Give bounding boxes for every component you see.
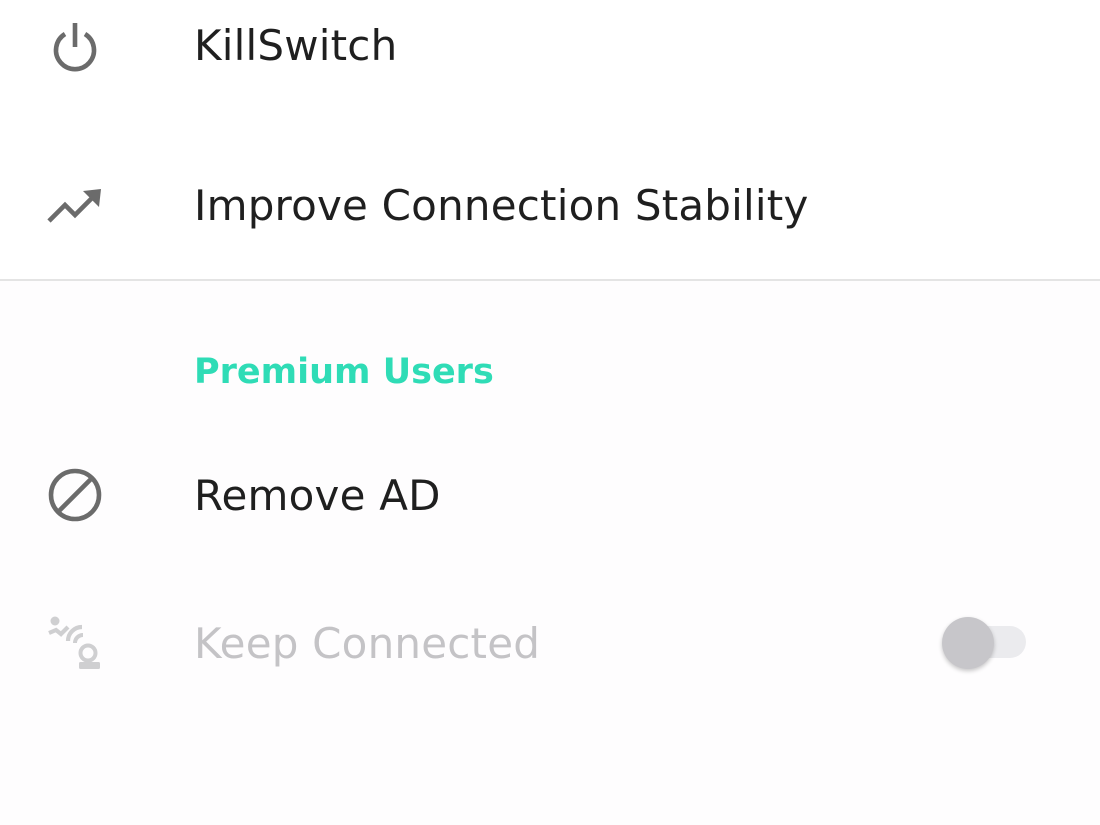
block-icon	[46, 466, 104, 524]
remove-ad-menu-item[interactable]: Remove AD	[0, 425, 1100, 565]
toggle-thumb	[942, 617, 994, 669]
keep-connected-label: Keep Connected	[194, 619, 541, 668]
killswitch-label: KillSwitch	[194, 21, 398, 70]
remove-ad-label: Remove AD	[194, 471, 441, 520]
keep-connected-toggle[interactable]	[942, 617, 1030, 673]
keep-connected-menu-item[interactable]: Keep Connected	[0, 573, 1100, 713]
improve-stability-label: Improve Connection Stability	[194, 181, 809, 230]
power-icon	[46, 17, 104, 75]
section-divider	[0, 279, 1100, 281]
trending-up-icon	[46, 177, 104, 235]
premium-users-header: Premium Users	[194, 352, 494, 392]
killswitch-menu-item[interactable]: KillSwitch	[0, 0, 1100, 128]
improve-stability-menu-item[interactable]: Improve Connection Stability	[0, 137, 1100, 277]
keep-connected-icon	[46, 613, 104, 671]
